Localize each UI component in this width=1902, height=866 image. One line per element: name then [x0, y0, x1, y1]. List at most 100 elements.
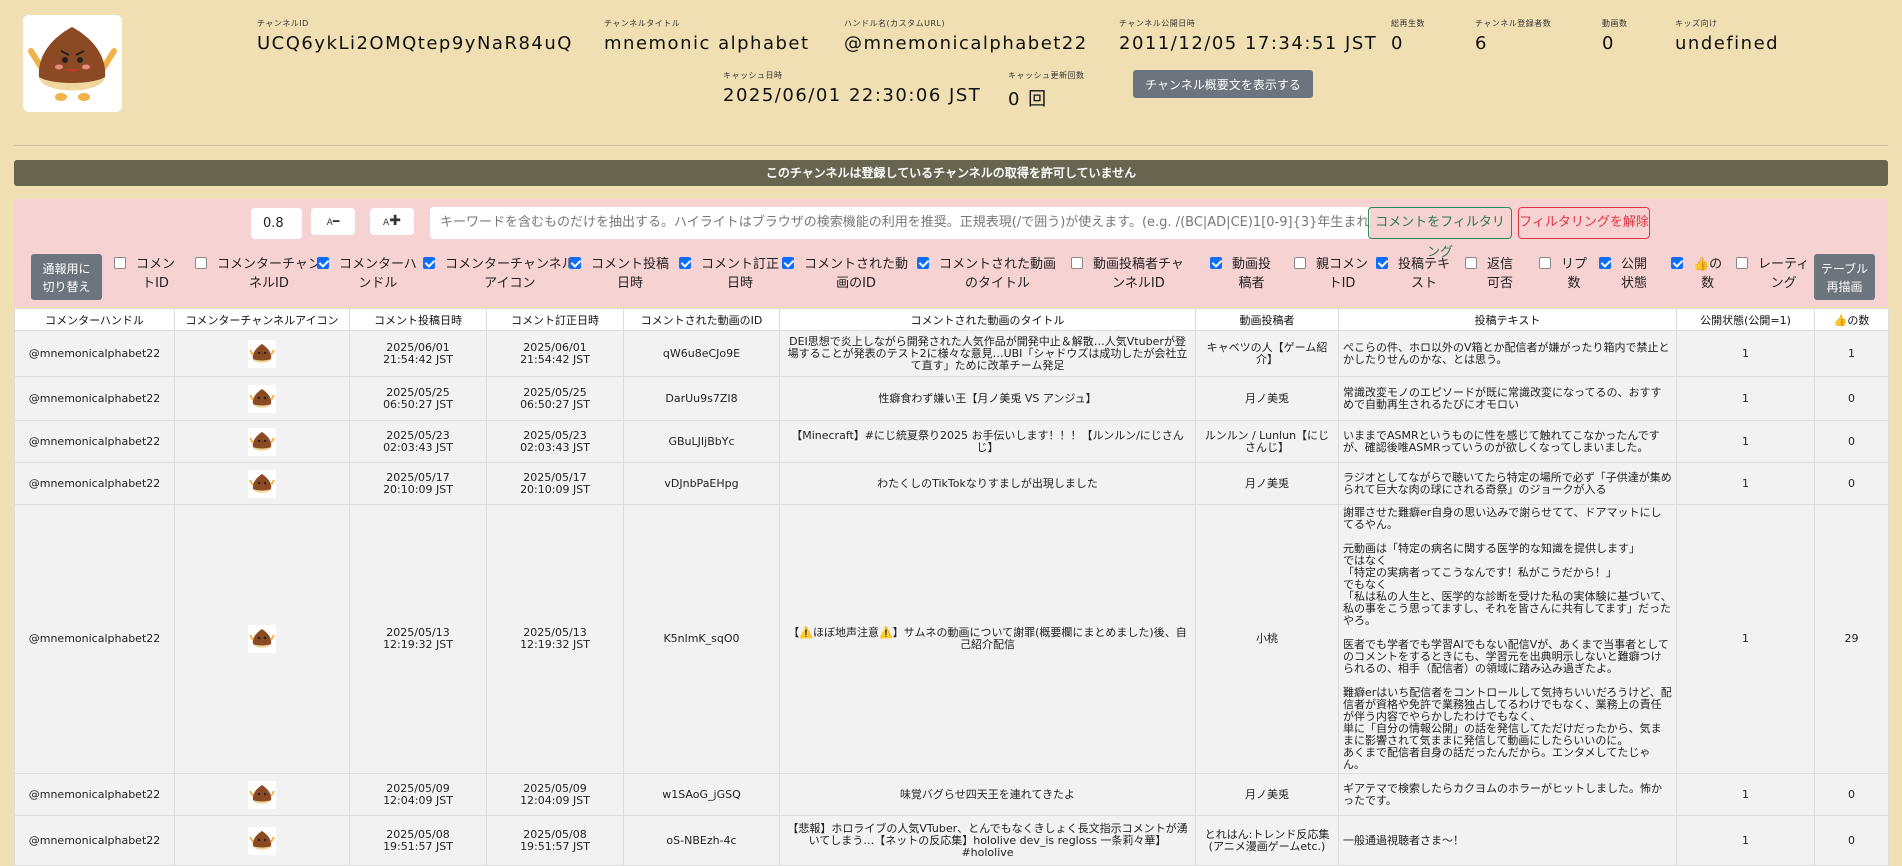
column-header[interactable]: コメントされた動画のタイトル	[779, 308, 1196, 331]
commenter-handle-text: @mnemonicalphabet22	[28, 346, 161, 360]
clear-filter-button[interactable]: フィルタリングを解除	[1518, 207, 1650, 239]
zoom-out-button[interactable]: A━	[311, 208, 355, 235]
column-toggle[interactable]: 投稿テキ スト	[1376, 255, 1450, 293]
column-header[interactable]: コメント投稿日時	[349, 308, 487, 331]
checkbox-unchecked-icon[interactable]	[1736, 257, 1748, 269]
column-toggle[interactable]: レーティ ング	[1736, 255, 1809, 293]
video-id-cell: K5nlmK_sqO0	[623, 504, 780, 774]
column-toggle-label: コメント投稿 日時	[591, 257, 670, 291]
column-toggle-label: リプ 数	[1561, 257, 1588, 291]
likes-text: 0	[1848, 391, 1855, 405]
commenter-icon-cell	[174, 815, 350, 866]
column-toggle-label: 返信 可否	[1487, 257, 1514, 291]
column-header[interactable]: コメンターチャンネルアイコン	[174, 308, 350, 331]
checkbox-checked-icon[interactable]	[569, 257, 581, 269]
zoom-input[interactable]: 0.8	[251, 208, 302, 239]
for-kids-label: キッズ向け	[1675, 19, 1718, 28]
column-header[interactable]: 投稿テキスト	[1338, 308, 1677, 331]
column-toggle[interactable]: コメン トID	[114, 255, 175, 293]
table-row: @mnemonicalphabet22 2025/05/23 02:03:43 J…	[14, 420, 1889, 463]
column-toggle[interactable]: コメンターチャン ネルID	[195, 255, 321, 293]
subscribers-label: チャンネル登録者数	[1475, 19, 1552, 28]
column-toggle-label: コメントされた動画 のタイトル	[939, 257, 1057, 291]
column-toggle[interactable]: コメンターチャンネル アイコン	[423, 255, 575, 293]
published-field: チャンネル公開日時 2011/12/05 17:34:51 JST	[1119, 18, 1377, 54]
column-header[interactable]: 👍の数	[1814, 308, 1889, 331]
column-toggle[interactable]: コメントされた動画 のタイトル	[917, 255, 1056, 293]
column-header[interactable]: 公開状態(公開=1)	[1676, 308, 1815, 331]
zoom-in-button[interactable]: A✚	[370, 208, 414, 235]
edited-at-cell: 2025/05/08 19:51:57 JST	[486, 815, 624, 866]
checkbox-checked-icon[interactable]	[317, 257, 329, 269]
checkbox-unchecked-icon[interactable]	[195, 257, 207, 269]
commenter-handle-cell: @mnemonicalphabet22	[14, 815, 175, 866]
table-row: @mnemonicalphabet22 2025/05/09 12:04:09 J…	[14, 773, 1889, 816]
commenter-handle-cell: @mnemonicalphabet22	[14, 420, 175, 463]
checkbox-unchecked-icon[interactable]	[1071, 257, 1083, 269]
column-toggle[interactable]: コメント訂正 日時	[679, 255, 779, 293]
column-toggle[interactable]: コメント投稿 日時	[569, 255, 669, 293]
comment-text-text: 謝罪させた難癖er自身の思い込みで謝らせてて、ドアマットにしてるやん。 元動画は…	[1343, 506, 1672, 771]
public-status-text: 1	[1742, 787, 1749, 801]
checkbox-unchecked-icon[interactable]	[114, 257, 126, 269]
cache-count-field: キャッシュ更新回数 0 回	[1008, 70, 1085, 111]
filter-comments-button[interactable]: コメントをフィルタリング	[1368, 207, 1512, 260]
column-header[interactable]: コメントされた動画のID	[623, 308, 780, 331]
videos-value: 0	[1602, 33, 1615, 54]
cache-date-label: キャッシュ日時	[723, 71, 783, 80]
column-toggle[interactable]: リプ 数	[1539, 255, 1587, 293]
likes-cell: 0	[1814, 420, 1889, 463]
uploader-cell: 小桃	[1195, 504, 1339, 774]
column-toggle[interactable]: コメンターハ ンドル	[317, 255, 417, 293]
commenter-icon-cell	[174, 462, 350, 505]
edited-at-text: 2025/05/09 12:04:09 JST	[520, 781, 590, 807]
video-title-text: 性癖食わず嫌い王【月ノ美兎 VS アンジュ】	[878, 391, 1097, 405]
likes-text: 0	[1848, 476, 1855, 490]
toggle-report-mode-button[interactable]: 通報用に 切り替え	[31, 254, 102, 300]
checkbox-checked-icon[interactable]	[917, 257, 929, 269]
column-header[interactable]: コメンターハンドル	[14, 308, 175, 331]
video-title-cell: 【⚠️ほぼ地声注意⚠️】サムネの動画について謝罪(概要欄にまとめました)後、自己…	[779, 504, 1196, 774]
video-title-text: 【悲報】ホロライブの人気VTuber、とんでもなくきしょく長文指示コメントが湧い…	[787, 821, 1188, 859]
likes-cell: 1	[1814, 330, 1889, 377]
checkbox-checked-icon[interactable]	[423, 257, 435, 269]
redraw-table-button[interactable]: テーブル 再描画	[1814, 254, 1875, 300]
public-status-text: 1	[1742, 434, 1749, 448]
comments-table: コメンターハンドル コメンターチャンネルアイコン コメント投稿日時 コメント訂正日時コ…	[14, 308, 1889, 866]
handle-label: ハンドル名(カスタムURL)	[844, 19, 946, 28]
likes-cell: 0	[1814, 815, 1889, 866]
column-toggle-label: レーティ ング	[1758, 257, 1810, 291]
checkbox-checked-icon[interactable]	[1671, 257, 1683, 269]
checkbox-checked-icon[interactable]	[1210, 257, 1222, 269]
column-toggle[interactable]: 動画投 稿者	[1210, 255, 1271, 293]
column-toggle[interactable]: コメントされた動 画のID	[782, 255, 908, 293]
checkbox-unchecked-icon[interactable]	[1294, 257, 1306, 269]
keyword-filter-input[interactable]: キーワードを含むものだけを抽出する。ハイライトはブラウザの検索機能の利用を推奨。…	[430, 207, 1370, 239]
checkbox-checked-icon[interactable]	[679, 257, 691, 269]
checkbox-checked-icon[interactable]	[1376, 257, 1388, 269]
commenter-icon-cell	[174, 376, 350, 421]
column-toggle-label: 公開 状態	[1621, 257, 1648, 291]
column-header[interactable]: 動画投稿者	[1195, 308, 1339, 331]
checkbox-checked-icon[interactable]	[1599, 257, 1611, 269]
column-toggle[interactable]: 👍の 数	[1671, 255, 1722, 293]
comment-text-text: 一般通過視聴者さま〜！	[1343, 833, 1464, 847]
checkbox-checked-icon[interactable]	[782, 257, 794, 269]
show-description-button[interactable]: チャンネル概要文を表示する	[1133, 70, 1313, 98]
checkbox-unchecked-icon[interactable]	[1465, 257, 1477, 269]
column-toggle[interactable]: 公開 状態	[1599, 255, 1647, 293]
posted-at-cell: 2025/05/09 12:04:09 JST	[349, 773, 487, 816]
column-toggle[interactable]: 親コメン トID	[1294, 255, 1368, 293]
video-title-text: 【Minecraft】#にじ統夏祭り2025 お手伝いします！！！【ルンルン/に…	[791, 428, 1184, 454]
video-id-text: oS-NBEzh-4c	[666, 833, 737, 847]
checkbox-unchecked-icon[interactable]	[1539, 257, 1551, 269]
published-label: チャンネル公開日時	[1119, 19, 1196, 28]
column-header[interactable]: コメント訂正日時	[486, 308, 624, 331]
uploader-cell: キャベツの人【ゲーム紹介】	[1195, 330, 1339, 377]
column-toggle[interactable]: 動画投稿者チャ ンネルID	[1071, 255, 1184, 293]
edited-at-text: 2025/05/17 20:10:09 JST	[520, 470, 590, 496]
column-toggle-label: コメントされた動 画のID	[804, 257, 909, 291]
permission-banner: このチャンネルは登録しているチャンネルの取得を許可していません	[14, 160, 1888, 186]
uploader-text: 月ノ美兎	[1245, 476, 1289, 490]
column-toggle[interactable]: 返信 可否	[1465, 255, 1513, 293]
